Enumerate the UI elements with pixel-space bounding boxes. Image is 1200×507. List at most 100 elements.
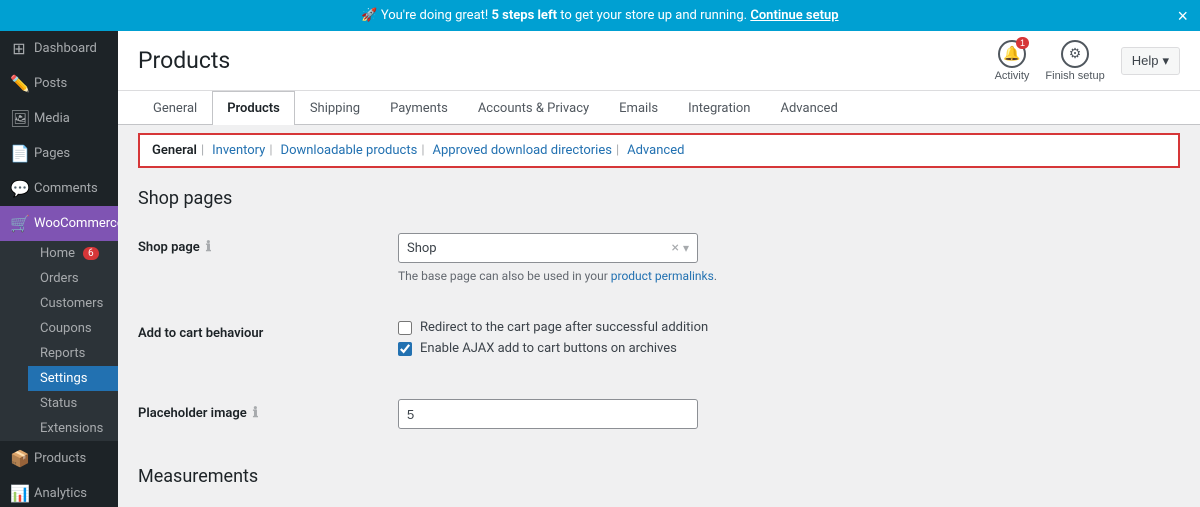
sidebar: ⊞ Dashboard ✏️ Posts 🖼 Media 📄 Pages 💬 C… bbox=[0, 31, 118, 507]
sidebar-label-coupons: Coupons bbox=[40, 321, 92, 336]
shop-page-help-icon[interactable]: ℹ bbox=[206, 239, 211, 255]
posts-icon: ✏️ bbox=[10, 74, 28, 93]
main-layout: ⊞ Dashboard ✏️ Posts 🖼 Media 📄 Pages 💬 C… bbox=[0, 31, 1200, 507]
sidebar-label-analytics: Analytics bbox=[34, 486, 87, 501]
shop-page-clear-button[interactable]: × bbox=[671, 240, 678, 256]
sidebar-item-dashboard[interactable]: ⊞ Dashboard bbox=[0, 31, 118, 66]
tab-shipping[interactable]: Shipping bbox=[295, 91, 375, 125]
settings-form: Shop pages Shop page ℹ Shop × ▾ bbox=[118, 168, 1200, 507]
subtab-inventory[interactable]: Inventory bbox=[212, 143, 265, 158]
ajax-label: Enable AJAX add to cart buttons on archi… bbox=[420, 341, 677, 356]
subtab-downloadable[interactable]: Downloadable products bbox=[281, 143, 418, 158]
shop-page-dropdown-arrow: ▾ bbox=[683, 241, 689, 255]
sidebar-label-orders: Orders bbox=[40, 271, 79, 286]
woocommerce-icon: 🛒 bbox=[10, 214, 28, 233]
ajax-checkbox-row: Enable AJAX add to cart buttons on archi… bbox=[398, 341, 1180, 356]
sidebar-item-customers[interactable]: Customers bbox=[28, 291, 118, 316]
measurements-section-title: Measurements bbox=[138, 466, 1180, 495]
sidebar-item-reports[interactable]: Reports bbox=[28, 341, 118, 366]
tab-advanced[interactable]: Advanced bbox=[765, 91, 852, 125]
finish-setup-icon: ⚙ bbox=[1061, 40, 1089, 68]
shop-page-value: Shop bbox=[407, 241, 437, 256]
sidebar-label-products: Products bbox=[34, 451, 86, 466]
sidebar-label-home: Home bbox=[40, 246, 75, 261]
shop-page-help-text: The base page can also be used in your p… bbox=[398, 269, 1180, 283]
sidebar-label-posts: Posts bbox=[34, 76, 67, 91]
sidebar-item-pages[interactable]: 📄 Pages bbox=[0, 136, 118, 171]
subtab-sep-2: | bbox=[269, 143, 272, 158]
woo-submenu: Home 6 Orders Customers Coupons Reports … bbox=[0, 241, 118, 441]
sidebar-item-posts[interactable]: ✏️ Posts bbox=[0, 66, 118, 101]
sidebar-label-pages: Pages bbox=[34, 146, 70, 161]
product-subtabs: General | Inventory | Downloadable produ… bbox=[138, 133, 1180, 168]
settings-tabs: General Products Shipping Payments Accou… bbox=[118, 91, 1200, 125]
home-badge: 6 bbox=[83, 247, 99, 260]
tab-general[interactable]: General bbox=[138, 91, 212, 125]
continue-setup-link[interactable]: Continue setup bbox=[750, 8, 838, 23]
top-bar: Products 🔔 1 Activity ⚙ Finish setup bbox=[118, 31, 1200, 91]
sidebar-item-comments[interactable]: 💬 Comments bbox=[0, 171, 118, 206]
finish-setup-label: Finish setup bbox=[1045, 70, 1104, 82]
shop-page-label: Shop page ℹ bbox=[138, 233, 398, 255]
sidebar-item-woocommerce[interactable]: 🛒 WooCommerce bbox=[0, 206, 118, 241]
comments-icon: 💬 bbox=[10, 179, 28, 198]
sidebar-item-settings[interactable]: Settings bbox=[28, 366, 118, 391]
sidebar-item-media[interactable]: 🖼 Media bbox=[0, 101, 118, 136]
notice-text: 🚀 You're doing great! 5 steps left to ge… bbox=[361, 8, 838, 23]
sidebar-item-status[interactable]: Status bbox=[28, 391, 118, 416]
sidebar-label-media: Media bbox=[34, 111, 70, 126]
help-button[interactable]: Help ▾ bbox=[1121, 47, 1180, 75]
tab-emails[interactable]: Emails bbox=[604, 91, 673, 125]
placeholder-help-icon[interactable]: ℹ bbox=[253, 405, 258, 421]
tab-accounts-privacy[interactable]: Accounts & Privacy bbox=[463, 91, 604, 125]
tab-payments[interactable]: Payments bbox=[375, 91, 463, 125]
sidebar-label-customers: Customers bbox=[40, 296, 103, 311]
subtab-sep-1: | bbox=[201, 143, 204, 158]
sidebar-label-reports: Reports bbox=[40, 346, 85, 361]
media-icon: 🖼 bbox=[10, 109, 28, 128]
subtab-sep-4: | bbox=[616, 143, 619, 158]
subtab-advanced[interactable]: Advanced bbox=[627, 143, 684, 158]
sidebar-item-orders[interactable]: Orders bbox=[28, 266, 118, 291]
shop-pages-section-title: Shop pages bbox=[138, 188, 1180, 217]
redirect-label: Redirect to the cart page after successf… bbox=[420, 320, 708, 335]
placeholder-image-row: Placeholder image ℹ bbox=[138, 399, 1180, 446]
add-to-cart-control: Redirect to the cart page after successf… bbox=[398, 320, 1180, 362]
redirect-checkbox[interactable] bbox=[398, 321, 412, 335]
sidebar-item-coupons[interactable]: Coupons bbox=[28, 316, 118, 341]
page-title: Products bbox=[138, 47, 230, 74]
activity-button[interactable]: 🔔 1 Activity bbox=[995, 40, 1030, 82]
placeholder-image-input[interactable] bbox=[398, 399, 698, 429]
sidebar-label-status: Status bbox=[40, 396, 77, 411]
dashboard-icon: ⊞ bbox=[10, 39, 28, 58]
sidebar-label-comments: Comments bbox=[34, 181, 98, 196]
notice-close-button[interactable]: × bbox=[1177, 7, 1188, 25]
shop-page-select[interactable]: Shop × ▾ bbox=[398, 233, 698, 263]
activity-badge: 1 bbox=[1016, 37, 1029, 49]
finish-setup-button[interactable]: ⚙ Finish setup bbox=[1045, 40, 1104, 82]
top-bar-actions: 🔔 1 Activity ⚙ Finish setup Help ▾ bbox=[995, 40, 1180, 82]
sidebar-item-analytics[interactable]: 📊 Analytics bbox=[0, 476, 118, 507]
sidebar-item-extensions[interactable]: Extensions bbox=[28, 416, 118, 441]
sidebar-item-products[interactable]: 📦 Products bbox=[0, 441, 118, 476]
sidebar-label-settings: Settings bbox=[40, 371, 87, 386]
notice-bar: 🚀 You're doing great! 5 steps left to ge… bbox=[0, 0, 1200, 31]
subtab-sep-3: | bbox=[421, 143, 424, 158]
help-chevron-icon: ▾ bbox=[1162, 53, 1169, 69]
tab-products[interactable]: Products bbox=[212, 91, 295, 125]
shop-page-row: Shop page ℹ Shop × ▾ The base page can a… bbox=[138, 233, 1180, 300]
main-content: Products 🔔 1 Activity ⚙ Finish setup bbox=[118, 31, 1200, 507]
subtab-approved[interactable]: Approved download directories bbox=[433, 143, 612, 158]
product-permalinks-link[interactable]: product permalinks bbox=[611, 269, 714, 283]
placeholder-image-control bbox=[398, 399, 1180, 429]
subtab-general[interactable]: General bbox=[152, 143, 197, 158]
products-icon: 📦 bbox=[10, 449, 28, 468]
sidebar-item-home[interactable]: Home 6 bbox=[28, 241, 118, 266]
analytics-icon: 📊 bbox=[10, 484, 28, 503]
add-to-cart-label: Add to cart behaviour bbox=[138, 320, 398, 341]
pages-icon: 📄 bbox=[10, 144, 28, 163]
tab-integration[interactable]: Integration bbox=[673, 91, 765, 125]
add-to-cart-row: Add to cart behaviour Redirect to the ca… bbox=[138, 320, 1180, 379]
ajax-checkbox[interactable] bbox=[398, 342, 412, 356]
placeholder-image-label: Placeholder image ℹ bbox=[138, 399, 398, 421]
